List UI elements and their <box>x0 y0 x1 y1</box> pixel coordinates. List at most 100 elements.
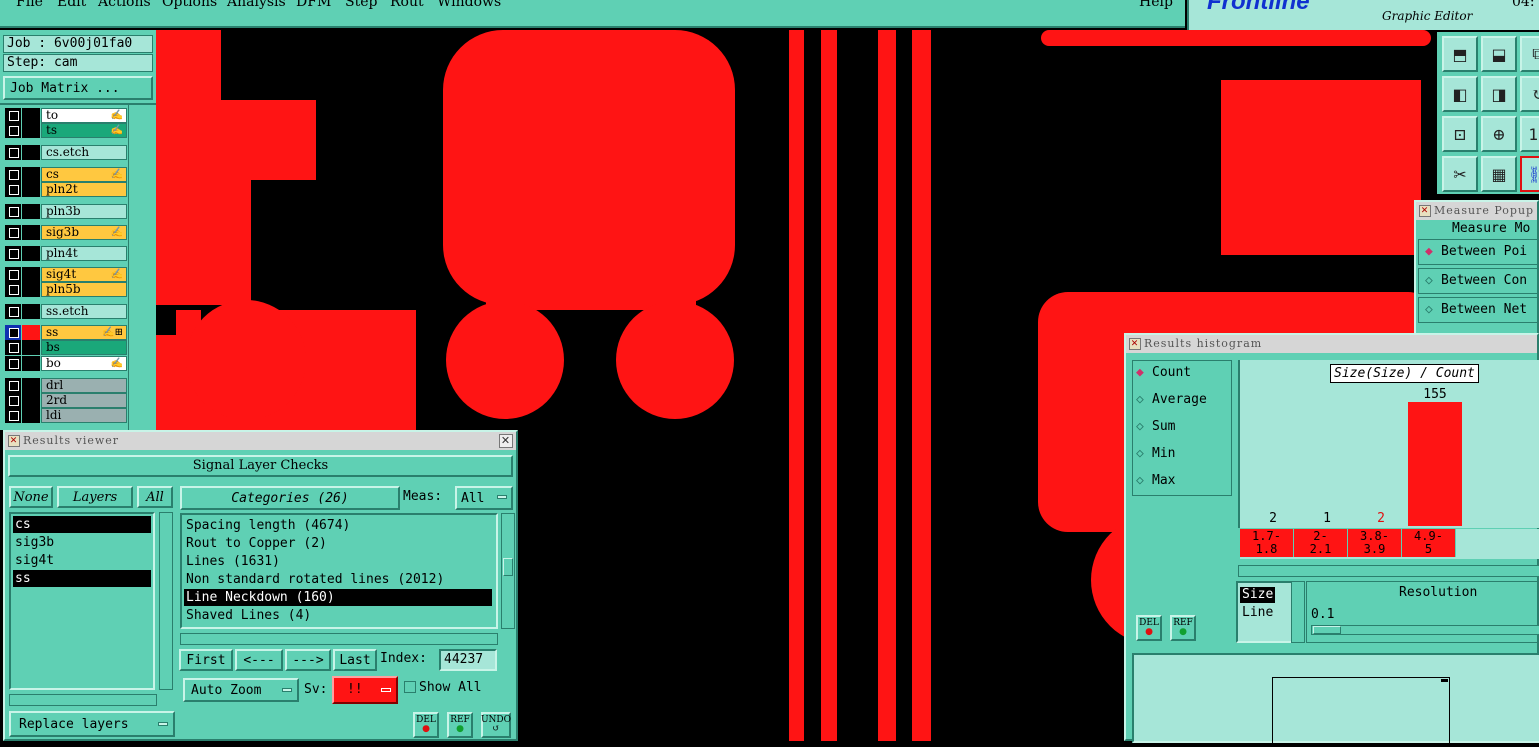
mode-radio-sum[interactable]: Sum <box>1134 417 1175 437</box>
net-icon[interactable]: ⛓ <box>1520 156 1539 192</box>
layer-row-ldi[interactable]: ldi <box>5 408 127 423</box>
layers-none-button[interactable]: None <box>9 486 53 508</box>
job-matrix-button[interactable]: Job Matrix ... <box>3 76 153 100</box>
layer-name[interactable]: pln3b <box>41 204 127 219</box>
layer-swatch[interactable] <box>22 167 40 182</box>
hist-del-button[interactable]: DEL ● <box>1136 615 1162 641</box>
layer-row-bs[interactable]: bs <box>5 340 127 355</box>
zoom-home-icon[interactable]: ⬒ <box>1442 36 1478 72</box>
layer-name[interactable]: ldi <box>41 408 127 423</box>
layer-checkbox[interactable] <box>5 267 21 282</box>
measure-mode-option[interactable]: Between Net <box>1418 297 1539 323</box>
layer-checkbox[interactable] <box>5 408 21 423</box>
last-button[interactable]: Last <box>333 649 377 671</box>
layer-row-bo[interactable]: bo ✍ <box>5 356 127 371</box>
layer-swatch[interactable] <box>22 182 40 197</box>
category-list-hscroll[interactable] <box>180 633 498 645</box>
layer-swatch[interactable] <box>22 393 40 408</box>
close-icon[interactable]: ✕ <box>499 434 513 448</box>
layer-name[interactable]: pln5b <box>41 282 127 297</box>
ratio-icon[interactable]: 1: <box>1520 116 1539 152</box>
resolution-slider-thumb[interactable] <box>1313 626 1341 634</box>
layer-row-pln5b[interactable]: pln5b <box>5 282 127 297</box>
bin-label[interactable]: 2- 2.1 <box>1294 529 1348 557</box>
layer-checkbox[interactable] <box>5 145 21 160</box>
layer-checkbox[interactable] <box>5 378 21 393</box>
layer-checkbox[interactable] <box>5 225 21 240</box>
zoom-in-icon[interactable]: ⬓ <box>1481 36 1517 72</box>
measure-mode-option[interactable]: Between Poi <box>1418 239 1539 265</box>
show-all-checkbox[interactable] <box>404 681 416 693</box>
layer-swatch[interactable] <box>22 204 40 219</box>
layer-row-ss[interactable]: ss ✍⊞ <box>5 325 127 340</box>
layers-button[interactable]: Layers <box>57 486 133 508</box>
category-item[interactable]: Spacing length (4674) <box>184 517 492 534</box>
rv-ref-button[interactable]: REF ● <box>447 712 473 738</box>
menu-options[interactable]: Options <box>162 0 217 10</box>
result-layer-item[interactable]: ss <box>13 570 151 587</box>
layer-list-vscroll[interactable] <box>159 512 173 690</box>
replace-layers-select[interactable]: Replace layers <box>9 711 175 737</box>
layer-checkbox[interactable] <box>5 123 21 138</box>
layer-swatch[interactable] <box>22 246 40 261</box>
layer-row-pln4t[interactable]: pln4t <box>5 246 127 261</box>
layer-row-to[interactable]: to ✍ <box>5 108 127 123</box>
prev-button[interactable]: <--- <box>235 649 283 671</box>
layer-name[interactable]: pln2t <box>41 182 127 197</box>
layer-row-2rd[interactable]: 2rd <box>5 393 127 408</box>
bin-scrollbar[interactable] <box>1238 565 1539 577</box>
categories-button[interactable]: Categories (26) <box>180 486 400 510</box>
pan-left-icon[interactable]: ◧ <box>1442 76 1478 112</box>
window-menu-icon[interactable]: ✕ <box>1419 205 1431 217</box>
layer-checkbox[interactable] <box>5 182 21 197</box>
meas-select[interactable]: All <box>455 486 513 510</box>
layer-checkbox[interactable] <box>5 304 21 319</box>
layer-checkbox[interactable] <box>5 325 21 340</box>
index-field[interactable]: 44237 <box>439 649 497 671</box>
menu-actions[interactable]: Actions <box>98 0 151 10</box>
layer-row-pln3b[interactable]: pln3b <box>5 204 127 219</box>
redraw-icon[interactable]: ↻ <box>1520 76 1539 112</box>
layer-checkbox[interactable] <box>5 282 21 297</box>
layer-swatch[interactable] <box>22 356 40 371</box>
bin-label[interactable]: 3.8- 3.9 <box>1348 529 1402 557</box>
first-button[interactable]: First <box>179 649 233 671</box>
hist-ref-button[interactable]: REF ● <box>1170 615 1196 641</box>
menu-analysis[interactable]: Analysis <box>227 0 286 10</box>
layer-swatch[interactable] <box>22 267 40 282</box>
layer-row-pln2t[interactable]: pln2t <box>5 182 127 197</box>
zoom-select[interactable]: Auto Zoom <box>183 678 299 702</box>
pan-right-icon[interactable]: ◨ <box>1481 76 1517 112</box>
layer-swatch[interactable] <box>22 123 40 138</box>
layer-checkbox[interactable] <box>5 167 21 182</box>
menu-edit[interactable]: Edit <box>57 0 86 10</box>
window-menu-icon[interactable]: ✕ <box>1129 338 1141 350</box>
menu-help[interactable]: Help <box>1139 0 1173 10</box>
category-item[interactable]: Line Neckdown (160) <box>184 589 492 606</box>
layer-swatch[interactable] <box>22 108 40 123</box>
layer-checkbox[interactable] <box>5 204 21 219</box>
bin-label[interactable]: 4.9- 5 <box>1402 529 1456 557</box>
mode-radio-average[interactable]: Average <box>1134 390 1207 410</box>
results-viewer-titlebar[interactable]: ✕ Results viewer ✕ <box>5 432 516 450</box>
layer-name[interactable]: sig4t ✍ <box>41 267 127 282</box>
layer-name[interactable]: ss ✍⊞ <box>41 325 127 340</box>
layers-all-button[interactable]: All <box>137 486 173 508</box>
size-scrollbar[interactable] <box>1291 581 1305 643</box>
menu-dfm[interactable]: DFM <box>296 0 331 10</box>
layer-swatch[interactable] <box>22 304 40 319</box>
layer-name[interactable]: cs.etch <box>41 145 127 160</box>
layer-checkbox[interactable] <box>5 246 21 261</box>
category-item[interactable]: Lines (1631) <box>184 553 492 570</box>
layer-swatch[interactable] <box>22 282 40 297</box>
bin-label[interactable]: 1.7- 1.8 <box>1240 529 1294 557</box>
next-button[interactable]: ---> <box>285 649 331 671</box>
mode-radio-max[interactable]: Max <box>1134 471 1175 491</box>
fit-screen-icon[interactable]: ⊡ <box>1442 116 1478 152</box>
layer-checkbox[interactable] <box>5 108 21 123</box>
menu-file[interactable]: File <box>16 0 43 10</box>
layer-swatch[interactable] <box>22 225 40 240</box>
layer-swatch[interactable] <box>22 325 40 340</box>
layer-name[interactable]: pln4t <box>41 246 127 261</box>
layer-name[interactable]: bo ✍ <box>41 356 127 371</box>
